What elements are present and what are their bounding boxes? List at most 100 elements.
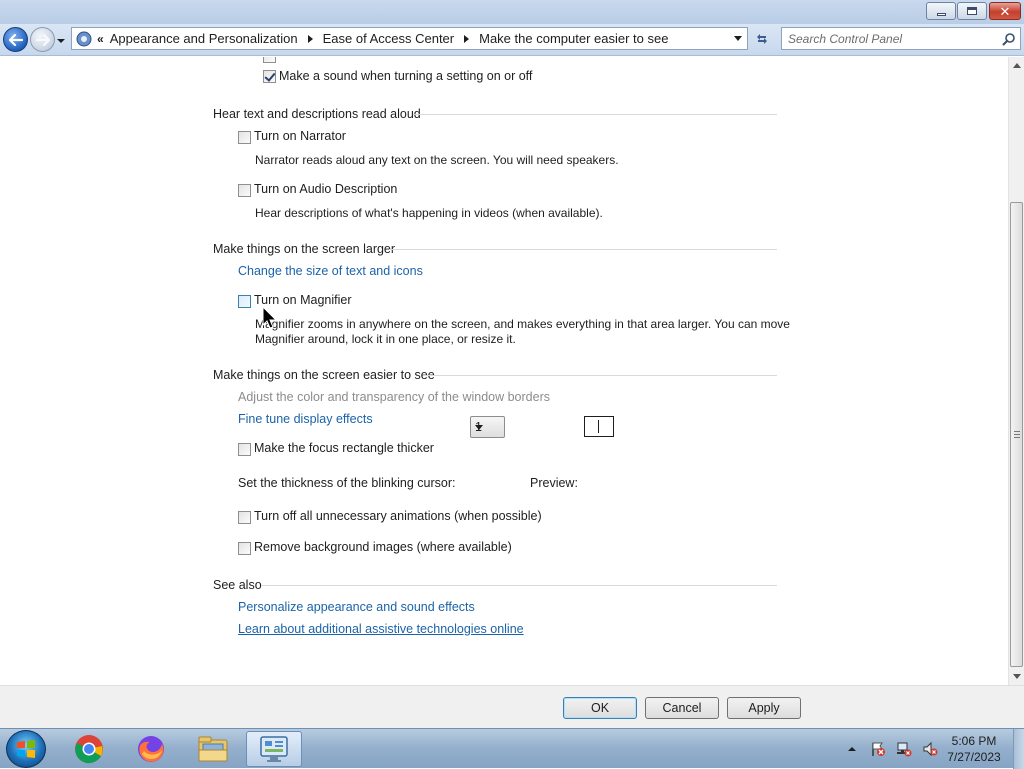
sound-toggle-checkbox[interactable]: [263, 70, 276, 83]
file-explorer-icon: [198, 736, 228, 762]
breadcrumb-current-page[interactable]: Make the computer easier to see: [479, 31, 668, 46]
network-tray-icon[interactable]: [895, 741, 913, 757]
address-overflow-chevron[interactable]: «: [97, 32, 104, 46]
breadcrumb-separator-icon[interactable]: [464, 34, 470, 43]
volume-muted-icon: [923, 741, 938, 757]
section-title-read-aloud: Hear text and descriptions read aloud: [213, 107, 421, 121]
cursor-thickness-label: Set the thickness of the blinking cursor…: [238, 476, 456, 490]
chevron-down-icon: [475, 425, 483, 430]
system-tray: [843, 729, 947, 769]
cursor-preview-box: [584, 416, 614, 437]
chevron-up-icon: [848, 747, 856, 751]
text-size-link[interactable]: Change the size of text and icons: [238, 264, 423, 278]
cursor-thickness-select[interactable]: 1: [470, 416, 505, 438]
mouse-pointer-icon: [262, 306, 278, 329]
apply-button[interactable]: Apply: [727, 697, 801, 719]
taskbar-firefox[interactable]: [123, 731, 179, 767]
title-bar: ✕: [0, 0, 1024, 24]
audio-description-label[interactable]: Turn on Audio Description: [254, 182, 397, 196]
clock-time: 5:06 PM: [951, 734, 997, 748]
minimize-button[interactable]: [926, 2, 956, 20]
narrator-checkbox[interactable]: [238, 131, 251, 144]
clock-date: 7/27/2023: [947, 750, 1001, 764]
ok-button[interactable]: OK: [563, 697, 637, 719]
personalize-link[interactable]: Personalize appearance and sound effects: [238, 600, 475, 614]
cursor-preview-caret: [598, 420, 599, 433]
forward-button[interactable]: [30, 27, 55, 52]
section-divider: [413, 114, 777, 115]
recent-pages-dropdown-icon[interactable]: [56, 37, 66, 45]
preview-label: Preview:: [530, 476, 578, 490]
restore-icon: [967, 7, 977, 15]
start-button[interactable]: [6, 730, 46, 768]
grip-line: [1014, 437, 1020, 438]
close-icon: ✕: [999, 3, 1011, 19]
back-arrow-icon: [8, 33, 23, 46]
magnifier-label[interactable]: Turn on Magnifier: [254, 293, 352, 307]
taskbar-control-panel[interactable]: [246, 731, 302, 767]
audio-description-checkbox[interactable]: [238, 184, 251, 197]
back-button[interactable]: [3, 27, 28, 52]
search-icon[interactable]: [1002, 32, 1016, 46]
window-color-link-disabled: Adjust the color and transparency of the…: [238, 390, 550, 404]
firefox-icon: [138, 736, 164, 762]
vertical-scrollbar[interactable]: [1008, 57, 1024, 685]
forward-arrow-icon: [35, 33, 50, 46]
chevron-down-icon: [734, 36, 742, 41]
network-icon: [897, 742, 912, 757]
control-panel-icon: [260, 736, 288, 762]
cancel-button[interactable]: Cancel: [645, 697, 719, 719]
background-images-checkbox[interactable]: [238, 542, 251, 555]
sound-toggle-label[interactable]: Make a sound when turning a setting on o…: [279, 69, 532, 83]
background-images-label[interactable]: Remove background images (where availabl…: [254, 540, 512, 554]
scroll-down-arrow-icon[interactable]: [1013, 674, 1021, 679]
control-panel-location-icon: [75, 30, 93, 48]
refresh-button[interactable]: [751, 28, 773, 50]
address-dropdown-button[interactable]: [729, 28, 747, 49]
settings-content: Make a sound when turning a setting on o…: [0, 57, 1008, 685]
magnifier-description-line2: Magnifier around, lock it in one place, …: [255, 332, 516, 346]
audio-description-description: Hear descriptions of what's happening in…: [255, 206, 603, 220]
fine-tune-display-link[interactable]: Fine tune display effects: [238, 412, 373, 426]
narrator-description: Narrator reads aloud any text on the scr…: [255, 153, 619, 167]
breadcrumb-appearance[interactable]: Appearance and Personalization: [110, 31, 298, 46]
section-divider: [261, 585, 777, 586]
taskbar-chrome[interactable]: [61, 731, 117, 767]
focus-rectangle-checkbox[interactable]: [238, 443, 251, 456]
close-button[interactable]: ✕: [989, 2, 1021, 20]
action-center-tray-icon[interactable]: [869, 741, 887, 757]
flag-alert-icon: [872, 742, 885, 756]
navigation-bar: « Appearance and Personalization Ease of…: [0, 24, 1024, 56]
refresh-icon: [757, 34, 767, 44]
address-bar[interactable]: « Appearance and Personalization Ease of…: [71, 27, 748, 50]
minimize-icon: [936, 12, 946, 16]
taskbar-explorer[interactable]: [185, 731, 241, 767]
section-title-larger: Make things on the screen larger: [213, 242, 396, 256]
chrome-icon: [75, 735, 103, 764]
animations-label[interactable]: Turn off all unnecessary animations (whe…: [254, 509, 542, 523]
partial-checkbox[interactable]: [263, 57, 276, 63]
scrollbar-thumb[interactable]: [1010, 202, 1023, 667]
narrator-label[interactable]: Turn on Narrator: [254, 129, 346, 143]
search-input[interactable]: [782, 28, 992, 49]
maximize-button[interactable]: [957, 2, 987, 20]
section-title-easier: Make things on the screen easier to see: [213, 368, 435, 382]
section-divider: [423, 375, 777, 376]
show-desktop-button[interactable]: [1013, 729, 1024, 769]
section-divider: [389, 249, 777, 250]
animations-checkbox[interactable]: [238, 511, 251, 524]
focus-rectangle-label[interactable]: Make the focus rectangle thicker: [254, 441, 434, 455]
show-hidden-icons-button[interactable]: [843, 741, 861, 757]
breadcrumb-ease-of-access[interactable]: Ease of Access Center: [323, 31, 455, 46]
taskbar-clock[interactable]: 5:06 PM 7/27/2023: [944, 733, 1004, 765]
section-title-see-also: See also: [213, 578, 262, 592]
search-box[interactable]: [781, 27, 1021, 50]
windows-logo-icon: [17, 740, 35, 758]
grip-line: [1014, 431, 1020, 432]
volume-tray-icon[interactable]: [921, 741, 939, 757]
breadcrumb-separator-icon[interactable]: [307, 34, 313, 43]
magnifier-checkbox[interactable]: [238, 295, 251, 308]
assistive-technologies-link[interactable]: Learn about additional assistive technol…: [238, 622, 524, 636]
scroll-up-arrow-icon[interactable]: [1013, 63, 1021, 68]
dialog-footer: OK Cancel Apply: [0, 685, 1024, 728]
